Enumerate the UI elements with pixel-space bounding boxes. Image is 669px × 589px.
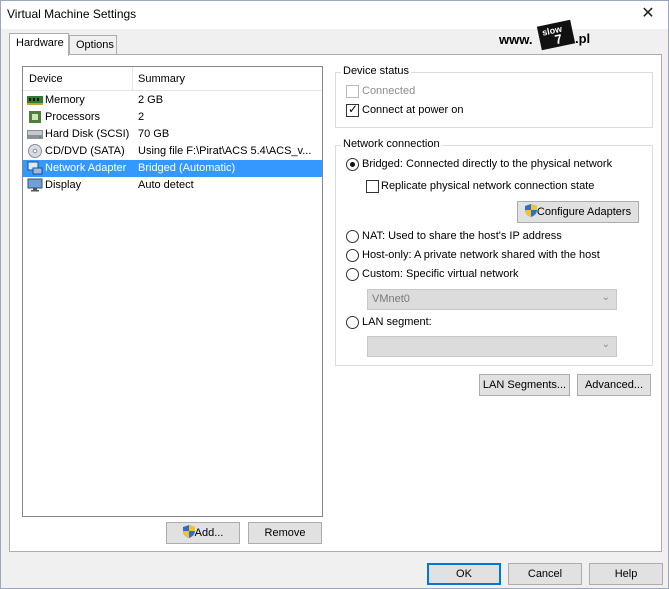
advanced-button[interactable]: Advanced... xyxy=(577,374,651,396)
tab-options[interactable]: Options xyxy=(69,35,117,55)
column-separator[interactable] xyxy=(132,67,133,91)
custom-network-select[interactable]: VMnet0 ⌄ xyxy=(367,289,617,310)
lan-segment-select[interactable]: ⌄ xyxy=(367,336,617,357)
replicate-state-label: Replicate physical network connection st… xyxy=(381,180,595,192)
chevron-down-icon: ⌄ xyxy=(601,339,610,350)
connect-at-power-on-checkbox[interactable]: ✓ xyxy=(346,102,359,117)
lan-segments-button[interactable]: LAN Segments... xyxy=(479,374,570,396)
device-name: Memory xyxy=(45,94,85,106)
bridged-radio[interactable] xyxy=(346,158,359,171)
ok-button[interactable]: OK xyxy=(427,563,501,585)
lan-segment-radio[interactable] xyxy=(346,316,359,329)
device-summary: Using file F:\Pirat\ACS 5.4\ACS_v... xyxy=(138,145,312,157)
remove-device-button[interactable]: Remove xyxy=(248,522,322,544)
device-status-title: Device status xyxy=(341,65,412,77)
logo-badge: slow 7 xyxy=(536,19,576,51)
device-summary: 70 GB xyxy=(138,128,170,140)
device-name: Processors xyxy=(45,111,101,123)
window-title: Virtual Machine Settings xyxy=(7,7,137,21)
configure-adapters-label: Configure Adapters xyxy=(536,206,632,218)
device-row-memory[interactable]: Memory 2 GB xyxy=(23,92,322,109)
tab-hardware[interactable]: Hardware xyxy=(9,33,69,56)
device-summary: Auto detect xyxy=(138,179,194,191)
column-header-device[interactable]: Device xyxy=(29,73,63,85)
bridged-label: Bridged: Connected directly to the physi… xyxy=(362,158,613,170)
device-name: Hard Disk (SCSI) xyxy=(45,128,130,140)
processor-icon xyxy=(29,111,41,123)
network-connection-title: Network connection xyxy=(341,138,442,150)
hard-disk-icon xyxy=(27,130,43,139)
device-summary: 2 xyxy=(138,111,145,123)
device-summary: Bridged (Automatic) xyxy=(138,162,236,174)
site-logo: www. slow 7 .pl xyxy=(499,19,599,55)
device-row-processors[interactable]: Processors 2 xyxy=(23,109,322,126)
custom-label: Custom: Specific virtual network xyxy=(362,268,519,280)
chevron-down-icon: ⌄ xyxy=(601,292,610,303)
column-header-summary[interactable]: Summary xyxy=(138,73,185,85)
device-name: CD/DVD (SATA) xyxy=(45,145,125,157)
display-icon xyxy=(27,178,43,192)
add-button-label: Add... xyxy=(194,527,224,539)
device-name: Display xyxy=(45,179,82,191)
device-row-cd-dvd[interactable]: CD/DVD (SATA) Using file F:\Pirat\ACS 5.… xyxy=(23,143,322,160)
host-only-label: Host-only: A private network shared with… xyxy=(362,249,600,261)
cancel-button[interactable]: Cancel xyxy=(508,563,582,585)
custom-network-value: VMnet0 xyxy=(372,293,410,305)
connected-label: Connected xyxy=(362,85,416,97)
network-adapter-icon xyxy=(27,161,43,175)
device-list[interactable]: Device Summary Memory 2 GB Processors 2 … xyxy=(22,66,323,517)
close-icon[interactable]: ✕ xyxy=(636,4,660,24)
memory-icon xyxy=(27,96,43,105)
connect-at-power-on-label: Connect at power on xyxy=(362,104,464,116)
device-row-display[interactable]: Display Auto detect xyxy=(23,177,322,194)
list-header: Device Summary xyxy=(23,67,322,91)
device-summary: 2 GB xyxy=(138,94,164,106)
device-row-network-adapter[interactable]: Network Adapter Bridged (Automatic) xyxy=(23,160,322,177)
lan-segment-label: LAN segment: xyxy=(362,316,432,328)
add-device-button[interactable]: Add... xyxy=(166,522,240,544)
connected-checkbox[interactable] xyxy=(346,85,359,98)
checkmark-icon: ✓ xyxy=(348,102,359,116)
custom-radio[interactable] xyxy=(346,268,359,281)
cd-dvd-icon xyxy=(28,144,42,158)
shield-icon xyxy=(182,525,195,538)
shield-icon xyxy=(524,204,537,217)
nat-label: NAT: Used to share the host's IP address xyxy=(362,230,562,242)
logo-www: www. xyxy=(499,32,533,47)
hardware-panel: Device Summary Memory 2 GB Processors 2 … xyxy=(9,54,662,552)
host-only-radio[interactable] xyxy=(346,249,359,262)
configure-adapters-button[interactable]: Configure Adapters xyxy=(517,201,639,223)
device-row-hard-disk[interactable]: Hard Disk (SCSI) 70 GB xyxy=(23,126,322,143)
device-name: Network Adapter xyxy=(45,162,127,174)
logo-suffix: .pl xyxy=(575,31,591,46)
help-button[interactable]: Help xyxy=(589,563,663,585)
device-status-group xyxy=(335,72,653,128)
nat-radio[interactable] xyxy=(346,230,359,243)
radio-selected-dot xyxy=(350,162,355,167)
replicate-state-checkbox[interactable] xyxy=(366,180,379,193)
vm-settings-window: Virtual Machine Settings ✕ Hardware Opti… xyxy=(0,0,669,589)
